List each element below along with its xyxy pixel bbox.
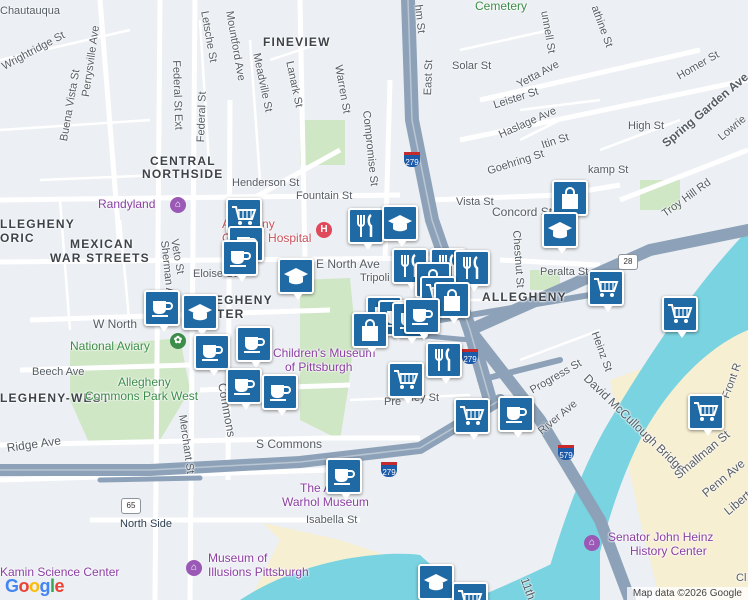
neighborhood-war-streets: WAR STREETS: [50, 251, 150, 265]
street-east: East St: [422, 59, 436, 96]
poi-cemetery[interactable]: Cemetery: [475, 0, 527, 13]
heinz-icon[interactable]: ⌂: [584, 535, 600, 551]
neighborhood-northside: NORTHSIDE: [142, 167, 224, 181]
illusions-icon[interactable]: ⌂: [186, 560, 202, 576]
route-65-shield: 65: [121, 498, 141, 514]
cafe-pin-icon[interactable]: [326, 458, 362, 500]
poi-childrens-museum-b[interactable]: of Pittsburgh: [285, 361, 352, 374]
poi-randyland[interactable]: Randyland: [98, 198, 155, 211]
poi-commons-park-b[interactable]: Commons Park West: [85, 390, 198, 403]
grocery-pin-icon[interactable]: [662, 296, 698, 338]
cafe-pin-icon[interactable]: [404, 298, 440, 340]
randyland-icon[interactable]: ⌂: [170, 197, 186, 213]
cafe-pin-icon[interactable]: [144, 290, 180, 332]
poi-illusions-b[interactable]: Illusions Pittsburgh: [208, 566, 309, 579]
school-pin-icon[interactable]: [382, 205, 418, 247]
poi-illusions-a[interactable]: Museum of: [208, 552, 267, 565]
poi-national-aviary[interactable]: National Aviary: [70, 340, 150, 353]
grocery-pin-icon[interactable]: [588, 270, 624, 312]
street-kamp: kamp St: [588, 164, 629, 176]
street-high: High St: [628, 120, 665, 132]
food-pin-icon[interactable]: [426, 342, 462, 384]
street-tripoli: Tripoli: [360, 272, 390, 284]
cafe-pin-icon[interactable]: [498, 396, 534, 438]
aviary-icon[interactable]: ✿: [170, 333, 186, 349]
food-pin-icon[interactable]: [348, 208, 384, 250]
i579-shield: 579: [558, 445, 574, 460]
i279-shield: 279: [404, 152, 420, 167]
street-peralta: Peralta St: [540, 266, 589, 278]
neighborhood-central: CENTRAL: [150, 154, 216, 168]
neighborhood-historic-b: ORIC: [0, 231, 35, 245]
i279-shield: 279: [381, 462, 397, 477]
grocery-pin-icon[interactable]: [454, 398, 490, 440]
cafe-pin-icon[interactable]: [262, 374, 298, 416]
street-federal: Federal St: [195, 91, 209, 143]
poi-heinz-a[interactable]: Senator John Heinz: [608, 531, 713, 544]
grocery-pin-icon[interactable]: [452, 582, 488, 600]
cafe-pin-icon[interactable]: [222, 240, 258, 282]
map-attribution[interactable]: Map data ©2026 Google: [626, 587, 748, 600]
street-w-north: W North: [93, 317, 138, 331]
neighborhood-mexican: MEXICAN: [70, 237, 134, 251]
google-logo: Google: [5, 576, 65, 596]
hospital-icon[interactable]: H: [316, 222, 332, 238]
shop-pin-icon[interactable]: [352, 312, 388, 354]
route-28-shield: 28: [618, 254, 638, 270]
school-pin-icon[interactable]: [182, 294, 218, 336]
school-pin-icon[interactable]: [418, 564, 454, 600]
street-cl: Cl: [736, 572, 747, 584]
street-fountain: Fountain St: [296, 190, 353, 202]
cafe-pin-icon[interactable]: [236, 326, 272, 368]
cafe-pin-icon[interactable]: [194, 334, 230, 376]
poi-commons-park-a[interactable]: Allegheny: [118, 376, 171, 389]
street-federal-ext: Federal St Ext: [170, 60, 185, 131]
street-north-ave: E North Ave: [316, 257, 380, 271]
street-chautauqua: Chautauqua: [0, 5, 60, 17]
street-henderson: Henderson St: [232, 177, 300, 189]
food-pin-icon[interactable]: [454, 250, 490, 292]
map-canvas[interactable]: FINEVIEW CENTRAL NORTHSIDE MEXICAN WAR S…: [0, 0, 748, 600]
street-solar: Solar St: [452, 60, 492, 72]
street-isabella: Isabella St: [306, 514, 358, 526]
neighborhood-allegheny: ALLEGHENY: [482, 290, 567, 304]
street-s-commons: S Commons: [256, 437, 323, 451]
school-pin-icon[interactable]: [278, 258, 314, 300]
shop-pin-icon[interactable]: [552, 180, 588, 222]
poi-warhol-b[interactable]: Warhol Museum: [282, 496, 369, 509]
poi-heinz-b[interactable]: History Center: [630, 545, 707, 558]
i279-shield: 279: [462, 349, 478, 364]
street-beech: Beech Ave: [32, 366, 85, 378]
station-north-side[interactable]: North Side: [120, 518, 172, 530]
poi-childrens-museum-a[interactable]: Children's Museum: [273, 347, 375, 360]
cafe-pin-icon[interactable]: [226, 368, 262, 410]
grocery-pin-icon[interactable]: [388, 362, 424, 404]
neighborhood-fineview: FINEVIEW: [263, 35, 331, 49]
neighborhood-historic-a: LLEGHENY: [0, 217, 75, 231]
school-pin-icon[interactable]: [542, 212, 578, 254]
grocery-pin-icon[interactable]: [688, 394, 724, 436]
street-vista: Vista St: [456, 196, 494, 208]
